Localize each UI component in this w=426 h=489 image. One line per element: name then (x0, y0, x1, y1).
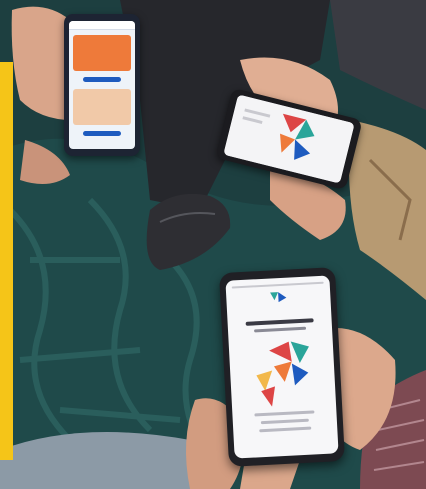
phone-screen (69, 21, 135, 149)
phone-top-left (64, 14, 140, 156)
app-button (83, 131, 121, 136)
phone-screen (225, 275, 339, 459)
app-content (245, 292, 315, 433)
accent-bar (0, 62, 13, 460)
app-button (83, 77, 121, 82)
illustration-card-orange (73, 35, 131, 71)
illustration-card-people (73, 89, 131, 125)
app-header (69, 21, 135, 30)
phone-bottom (219, 267, 345, 467)
